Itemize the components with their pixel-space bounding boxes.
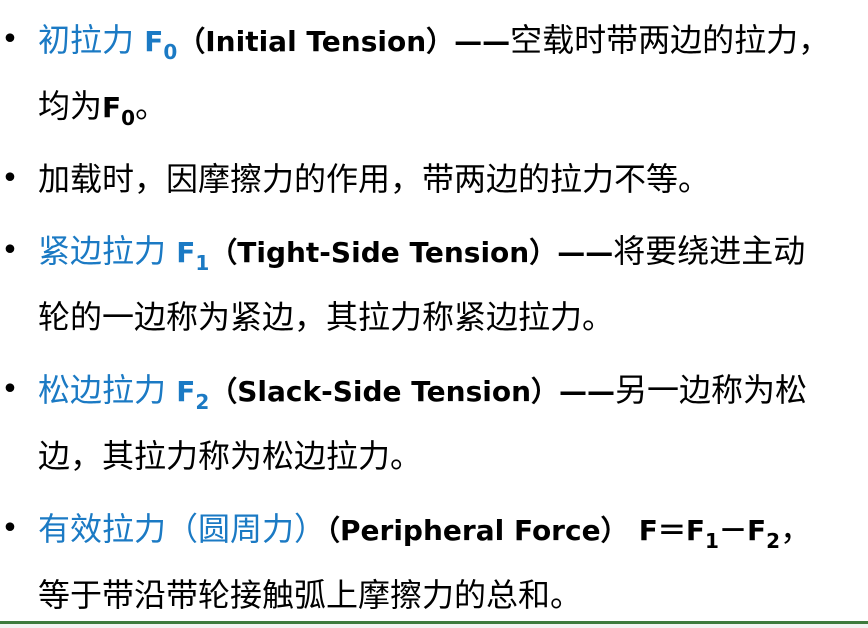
tight-side-term: 紧边拉力 <box>38 232 167 270</box>
effective-tension-english: （Peripheral Force） <box>326 514 629 547</box>
initial-tension-dash: —— <box>454 25 511 58</box>
bullet-marker: • <box>1 22 19 57</box>
f0-symbol: F0 <box>102 91 136 130</box>
slack-side-desc: 另一边称为松 <box>615 371 808 409</box>
initial-tension-desc: 空载时带两边的拉力， <box>510 21 831 59</box>
slack-side-line-2: 边，其拉力称为松边拉力。 <box>38 437 423 475</box>
initial-tension-line-2: 均为F0。 <box>38 87 168 130</box>
slack-side-term: 松边拉力 <box>38 371 167 409</box>
slack-side-dash: —— <box>559 375 616 408</box>
effective-tension-line-1: 有效拉力（圆周力）（Peripheral Force） F＝F1－F2， <box>38 510 813 553</box>
bullet-marker: • <box>1 372 19 407</box>
footer-strip <box>0 624 868 628</box>
bullet-marker: • <box>1 511 19 546</box>
bullet-marker: • <box>1 233 19 268</box>
tight-side-symbol: F1 <box>176 236 210 275</box>
tight-side-line-2: 轮的一边称为紧边，其拉力称紧边拉力。 <box>38 298 615 336</box>
loading-note-line: 加载时，因摩擦力的作用，带两边的拉力不等。 <box>38 160 711 198</box>
tight-side-dash: —— <box>557 236 614 269</box>
slack-side-symbol: F2 <box>176 375 210 414</box>
tight-side-line-1: 紧边拉力 F1（Tight-Side Tension）——将要绕进主动 <box>38 231 806 275</box>
tight-side-desc: 将要绕进主动 <box>613 232 806 270</box>
tight-side-english: （Tight-Side Tension） <box>209 236 558 269</box>
effective-tension-formula: F＝F1－F2 <box>638 514 780 553</box>
initial-tension-term: 初拉力 <box>38 21 135 59</box>
initial-tension-symbol: F0 <box>144 25 178 64</box>
slack-side-english: （Slack-Side Tension） <box>209 375 560 408</box>
initial-tension-line-1: 初拉力 F0（Initial Tension）——空载时带两边的拉力， <box>38 20 831 64</box>
slide-body: • 初拉力 F0（Initial Tension）——空载时带两边的拉力， 均为… <box>0 0 868 620</box>
slack-side-line-1: 松边拉力 F2（Slack-Side Tension）——另一边称为松 <box>38 370 808 414</box>
effective-tension-term: 有效拉力（圆周力） <box>38 510 327 548</box>
bullet-marker: • <box>1 161 19 196</box>
initial-tension-english: （Initial Tension） <box>177 25 455 58</box>
effective-tension-line-2: 等于带沿带轮接触弧上摩擦力的总和。 <box>38 576 583 614</box>
